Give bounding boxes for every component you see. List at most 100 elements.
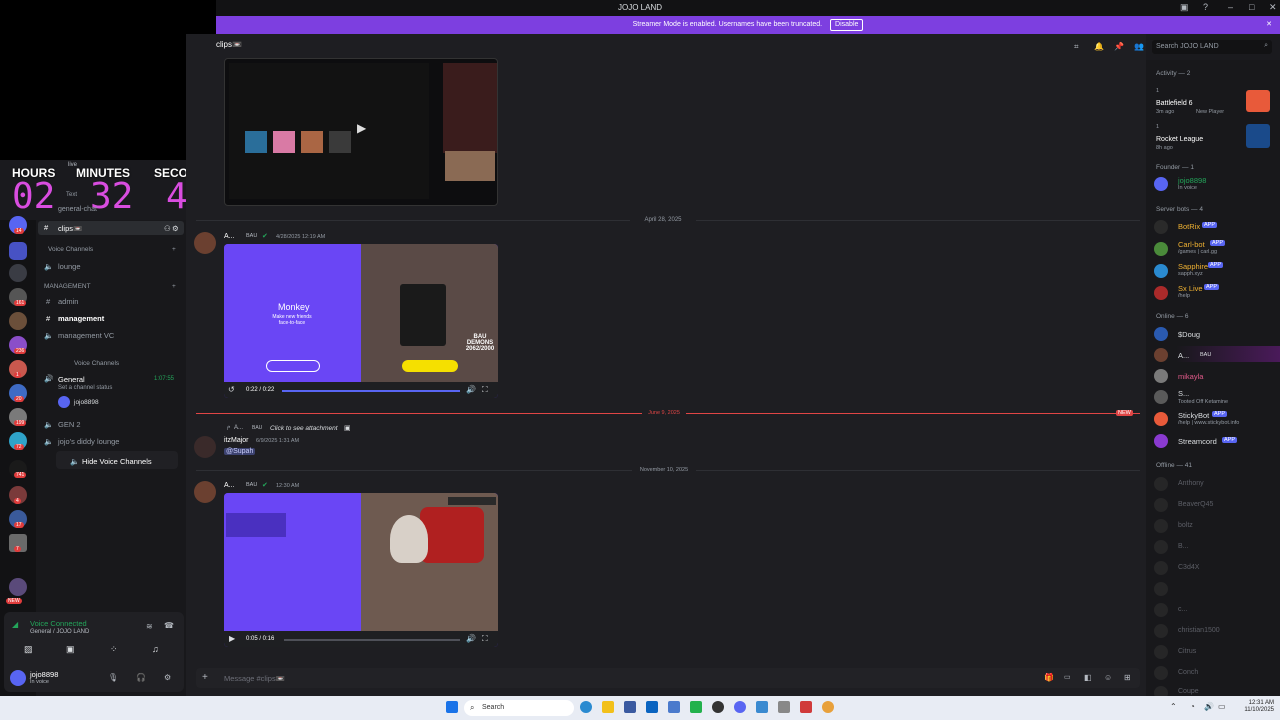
volume-icon[interactable]: 🔊 [466, 634, 476, 643]
discord-icon[interactable] [734, 701, 746, 713]
voice-user-name[interactable]: jojo8898 [74, 399, 99, 406]
avatar[interactable] [1154, 369, 1168, 383]
disable-streamer-button[interactable]: Disable [830, 19, 864, 31]
maximize-icon[interactable]: □ [1249, 2, 1254, 12]
start-menu-icon[interactable] [446, 701, 458, 713]
reply-text[interactable]: Click to see attachment [270, 425, 338, 432]
system-clock[interactable]: 12:31 AM 11/10/2025 [1244, 700, 1274, 714]
avatar[interactable] [1154, 434, 1168, 448]
app-icon[interactable] [712, 701, 724, 713]
settings-icon[interactable]: ⚙ [172, 224, 179, 233]
app-icon[interactable] [690, 701, 702, 713]
member-name[interactable]: Conch [1178, 669, 1198, 676]
search-input[interactable]: Search JOJO LAND ⌕ [1152, 40, 1272, 54]
voice-location[interactable]: General / JOJO LAND [30, 629, 89, 635]
member-name[interactable]: Carl-bot [1178, 240, 1205, 249]
store-icon[interactable] [624, 701, 636, 713]
video-progress[interactable] [284, 639, 460, 641]
channel-clips[interactable]: clips📼 [58, 224, 82, 233]
member-name[interactable]: mikayla [1178, 372, 1203, 381]
avatar[interactable] [1154, 242, 1168, 256]
settings-icon[interactable] [778, 701, 790, 713]
member-name[interactable]: jojo8898 [1178, 176, 1206, 185]
voice-category-label[interactable]: Voice Channels [48, 246, 93, 253]
avatar[interactable] [58, 396, 70, 408]
avatar[interactable] [1154, 177, 1168, 191]
pin-icon[interactable]: 📌 [1114, 42, 1124, 51]
avatar[interactable] [194, 436, 216, 458]
add-channel-icon[interactable]: + [172, 246, 176, 253]
live-channel-label[interactable]: live [68, 162, 77, 168]
channel-diddy-lounge[interactable]: jojo's diddy lounge [58, 437, 119, 446]
avatar[interactable] [1154, 327, 1168, 341]
apps-icon[interactable]: ⊞ [1124, 673, 1131, 682]
battery-icon[interactable]: ▭ [1218, 702, 1226, 711]
headphones-icon[interactable]: 🎧 [136, 673, 146, 682]
member-name[interactable]: c... [1178, 606, 1187, 613]
channel-management-vc[interactable]: management VC [58, 331, 114, 340]
member-name[interactable]: christian1500 [1178, 627, 1220, 634]
channel-management[interactable]: management [58, 314, 104, 323]
avatar[interactable] [194, 481, 216, 503]
screenshare-icon[interactable]: ▣ [66, 644, 75, 655]
avatar[interactable] [1154, 286, 1168, 300]
member-name[interactable]: Streamcord [1178, 437, 1217, 446]
message-composer[interactable]: Message #clips📼 [196, 668, 1140, 688]
avatar[interactable] [1154, 603, 1168, 617]
member-name[interactable]: StickyBot [1178, 411, 1209, 420]
notification-icon[interactable]: 🔔 [1094, 42, 1104, 51]
attach-plus-icon[interactable]: + [202, 672, 208, 683]
app-icon[interactable] [800, 701, 812, 713]
avatar[interactable] [1154, 519, 1168, 533]
avatar[interactable] [1154, 498, 1168, 512]
member-name[interactable]: boltz [1178, 522, 1193, 529]
taskbar-search[interactable]: ⌕ Search [464, 700, 574, 716]
microphone-icon[interactable]: 🎙 [108, 673, 118, 682]
gif-icon[interactable]: ▭ [1064, 673, 1071, 681]
emoji-icon[interactable]: ☺ [1104, 673, 1112, 682]
voice-category-label[interactable]: Voice Channels [74, 360, 119, 367]
image-attachment[interactable]: ▶ [224, 58, 498, 206]
member-name[interactable]: BeaverQ45 [1178, 501, 1213, 508]
disconnect-icon[interactable]: ☎ [164, 621, 174, 630]
member-name[interactable]: Sx Live [1178, 284, 1203, 293]
help-icon[interactable]: ? [1203, 2, 1208, 12]
server-icon[interactable] [9, 578, 27, 596]
channel-general-chat[interactable]: general-chat [58, 206, 97, 213]
avatar[interactable] [1154, 390, 1168, 404]
activity-game[interactable]: Battlefield 6 [1156, 100, 1193, 107]
member-name[interactable]: Sapphire [1178, 262, 1208, 271]
fullscreen-icon[interactable]: ⛶ [482, 634, 488, 644]
user-settings-icon[interactable]: ⚙ [164, 673, 171, 682]
chrome-icon[interactable] [822, 701, 834, 713]
member-name[interactable]: BotRix [1178, 222, 1200, 231]
reply-author[interactable]: A... [234, 425, 243, 431]
network-icon[interactable]: ◔ [1190, 702, 1195, 711]
volume-icon[interactable]: 🔊 [466, 385, 476, 394]
channel-status-prompt[interactable]: Set a channel status [58, 385, 112, 391]
minimize-icon[interactable]: – [1228, 2, 1233, 12]
message-author[interactable]: itzMajor [224, 437, 249, 444]
app-icon[interactable] [668, 701, 680, 713]
channel-lounge[interactable]: lounge [58, 262, 81, 271]
file-explorer-icon[interactable] [602, 701, 614, 713]
video-attachment[interactable]: ▶ 0:05 / 0:16 🔊 ⛶ [224, 493, 498, 647]
member-name[interactable]: $Doug [1178, 330, 1200, 339]
avatar[interactable] [10, 670, 26, 686]
fullscreen-icon[interactable]: ⛶ [482, 385, 488, 395]
avatar[interactable] [1154, 348, 1168, 362]
avatar[interactable] [1154, 645, 1168, 659]
video-attachment[interactable]: Monkey Make new friends face-to-face BAU… [224, 244, 498, 398]
server-icon[interactable] [9, 312, 27, 330]
sticker-icon[interactable]: ◧ [1084, 673, 1092, 682]
member-name[interactable]: B... [1178, 543, 1189, 550]
threads-icon[interactable]: ⌗ [1074, 42, 1079, 52]
server-icon[interactable] [9, 264, 27, 282]
replay-icon[interactable]: ↺ [228, 385, 235, 394]
channel-admin[interactable]: admin [58, 297, 78, 306]
activity-game[interactable]: Rocket League [1156, 136, 1203, 143]
avatar[interactable] [1154, 540, 1168, 554]
camera-off-icon[interactable]: ▨ [24, 644, 33, 655]
close-window-icon[interactable]: ✕ [1269, 2, 1277, 13]
member-name[interactable]: S... [1178, 389, 1189, 398]
